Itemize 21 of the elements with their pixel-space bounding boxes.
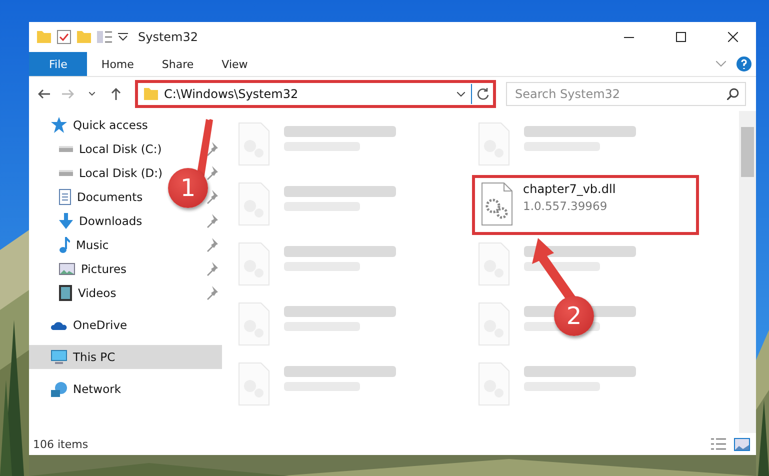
ribbon-tab[interactable]: Share bbox=[148, 52, 208, 76]
sidebar-item[interactable]: Local Disk (D:) bbox=[59, 161, 163, 185]
sidebar-item[interactable]: Documents bbox=[59, 185, 143, 209]
item-count: 106 items bbox=[33, 438, 90, 450]
ribbon-tab[interactable]: File bbox=[29, 52, 88, 76]
sidebar-item[interactable]: Quick access bbox=[51, 113, 148, 137]
sidebar-item[interactable]: Pictures bbox=[59, 257, 127, 281]
window-title: System32 bbox=[138, 30, 200, 44]
sidebar-item[interactable]: Downloads bbox=[59, 209, 142, 233]
search-field[interactable]: Search System32 bbox=[506, 82, 746, 106]
file-item[interactable]: chapter7_vb.dll 1.0.557.39969 bbox=[472, 175, 699, 235]
sidebar-item[interactable]: Videos bbox=[59, 281, 116, 305]
ribbon-tab[interactable]: View bbox=[208, 52, 262, 76]
address-bar[interactable]: C:\Windows\System32 bbox=[135, 80, 496, 108]
ribbon-tab[interactable]: Home bbox=[87, 52, 148, 76]
address-path: C:\Windows\System32 bbox=[164, 87, 300, 101]
sidebar-item[interactable]: Music bbox=[59, 233, 109, 257]
sidebar-item[interactable]: Network bbox=[51, 377, 122, 401]
sidebar-item[interactable]: This PC bbox=[29, 345, 222, 369]
sidebar-item[interactable]: OneDrive bbox=[51, 313, 128, 337]
sidebar-item[interactable]: Local Disk (C:) bbox=[59, 137, 162, 161]
